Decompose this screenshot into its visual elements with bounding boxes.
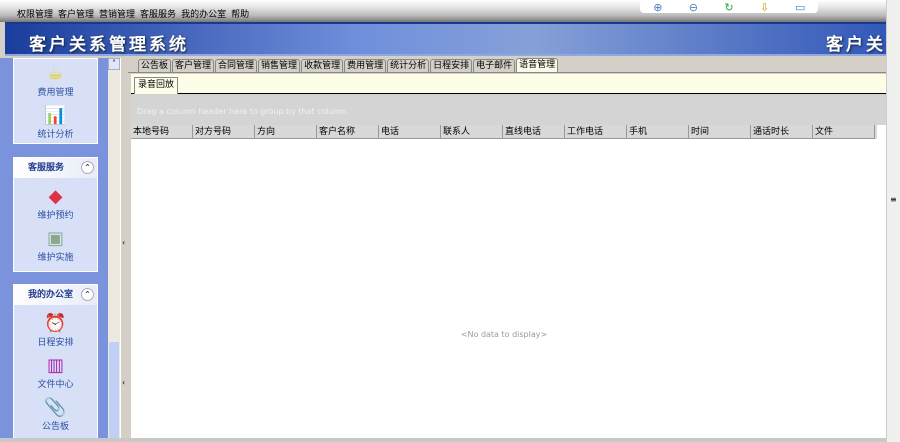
tab-4[interactable]: 收款管理 [301,59,344,72]
panel-header[interactable]: 我的办公室 ⌃ [14,285,97,305]
sidebar-item-files[interactable]: ▥ 文件中心 [14,355,97,397]
column-header[interactable]: 时间 [689,125,751,139]
scroll-grip-icon: ≡ [890,195,897,204]
collapse-icon[interactable]: ⌃ [81,288,94,301]
column-header[interactable]: 通话时长 [751,125,813,139]
app-title-repeat: 客户关 [826,35,886,55]
sidebar-scrollbar[interactable]: ˄ [108,58,120,438]
sidebar-item-label: 维护实施 [37,253,74,263]
eraser-icon: ◆ [48,186,63,207]
column-header[interactable]: 电话 [379,125,441,139]
grid-header: 本地号码 对方号码 方向 客户名称 电话 联系人 直线电话 工作电话 手机 时间 通话时长 文件 [131,125,877,139]
clock-icon: ⏰ [44,313,67,334]
tab-6[interactable]: 统计分析 [387,59,430,72]
sidebar-item-label: 文件中心 [37,380,74,390]
menu-help[interactable]: 帮助 [231,7,249,20]
group-by-panel[interactable]: Drag a column header here to group by th… [131,95,886,125]
splitter[interactable]: ‹ ‹ [120,58,128,438]
viewer-toolbar: ⊕ ⊖ ↻ ⇩ ▭ [640,0,818,13]
zoom-out-icon[interactable]: ⊖ [686,2,700,13]
menu-permissions[interactable]: 权限管理 [17,7,53,20]
sidebar-item-statistics[interactable]: 📊 统计分析 [14,105,97,147]
scroll-up-icon[interactable]: ˄ [108,58,120,70]
subtab-area: 录音回放 [131,74,886,94]
column-header[interactable]: 直线电话 [503,125,565,139]
page-scrollbar[interactable]: ≡ [886,0,900,442]
column-header[interactable]: 对方号码 [193,125,255,139]
sidebar-item-maintenance-exec[interactable]: ▣ 维护实施 [14,228,97,270]
sidebar-panel-office: 我的办公室 ⌃ ⏰ 日程安排 ▥ 文件中心 📎 公告板 [13,284,98,438]
tools-icon: ▣ [46,228,64,249]
column-header[interactable]: 手机 [627,125,689,139]
scroll-thumb[interactable] [109,342,119,438]
collapse-left-icon[interactable]: ‹ [122,378,125,387]
sidebar-item-label: 维护预约 [37,211,74,221]
tab-3[interactable]: 销售管理 [258,59,301,72]
sidebar-item-maintenance-booking[interactable]: ◆ 维护预约 [14,186,97,228]
tab-9[interactable]: 语音管理 [516,58,559,72]
app-banner: 客户关系管理系统 客户关 [5,22,886,56]
column-header[interactable]: 工作电话 [565,125,627,139]
bottom-edge [0,438,886,442]
sidebar-item-label: 统计分析 [37,130,74,140]
collapse-left-icon[interactable]: ‹ [122,238,125,247]
sidebar-panel-service: 客服服务 ⌃ ◆ 维护预约 ▣ 维护实施 [13,157,98,272]
menu-service[interactable]: 客服服务 [140,7,176,20]
sidebar-item-label: 日程安排 [37,338,74,348]
tab-strip: 公告板 客户管理 合同管理 销售管理 收款管理 费用管理 统计分析 日程安排 电子邮件 语音管理 [128,58,886,73]
empty-message: <No data to display> [460,330,548,339]
tab-1[interactable]: 客户管理 [172,59,215,72]
menu-marketing[interactable]: 营销管理 [99,7,135,20]
tab-8[interactable]: 电子邮件 [473,59,516,72]
sidebar-item-label: 公告板 [41,422,69,432]
download-icon[interactable]: ⇩ [758,2,772,13]
column-header[interactable]: 客户名称 [317,125,379,139]
menu-customers[interactable]: 客户管理 [58,7,94,20]
column-header[interactable]: 本地号码 [131,125,193,139]
column-header[interactable]: 联系人 [441,125,503,139]
monitor-icon[interactable]: ▭ [793,2,807,13]
sidebar: ☕ 费用管理 📊 统计分析 客服服务 ⌃ ◆ 维护预约 ▣ 维护实施 我的办公室 ⌃ ⏰ 日程… [0,58,108,438]
sidebar-panel-top: ☕ 费用管理 📊 统计分析 [13,58,98,144]
panel-header[interactable]: 客服服务 ⌃ [14,158,97,178]
cup-icon: ☕ [47,63,64,84]
tab-2[interactable]: 合同管理 [215,59,258,72]
sidebar-item-bulletin[interactable]: 📎 公告板 [14,397,97,438]
refresh-icon[interactable]: ↻ [722,2,736,13]
tab-7[interactable]: 日程安排 [430,59,473,72]
sidebar-item-schedule[interactable]: ⏰ 日程安排 [14,313,97,355]
data-grid: 本地号码 对方号码 方向 客户名称 电话 联系人 直线电话 工作电话 手机 时间 通话时长 文件 <N… [131,125,886,438]
menu-office[interactable]: 我的办公室 [181,7,226,20]
main-content: 公告板 客户管理 合同管理 销售管理 收款管理 费用管理 统计分析 日程安排 电子邮件 语音管理 … [128,58,886,438]
chart-icon: 📊 [44,105,67,126]
column-header[interactable]: 方向 [255,125,317,139]
zoom-in-icon[interactable]: ⊕ [651,2,665,13]
column-header[interactable]: 文件 [813,125,875,139]
app-title: 客户关系管理系统 [29,35,189,55]
sidebar-item-label: 费用管理 [37,88,74,98]
panel-title: 我的办公室 [28,290,74,300]
books-icon: ▥ [46,355,64,376]
clipboard-icon: 📎 [44,397,67,418]
panel-title: 客服服务 [28,163,65,173]
collapse-icon[interactable]: ⌃ [81,161,94,174]
sidebar-item-expenses[interactable]: ☕ 费用管理 [14,63,97,105]
tab-5[interactable]: 费用管理 [344,59,387,72]
tab-0[interactable]: 公告板 [138,59,172,72]
subtab-recording-playback[interactable]: 录音回放 [134,77,179,94]
